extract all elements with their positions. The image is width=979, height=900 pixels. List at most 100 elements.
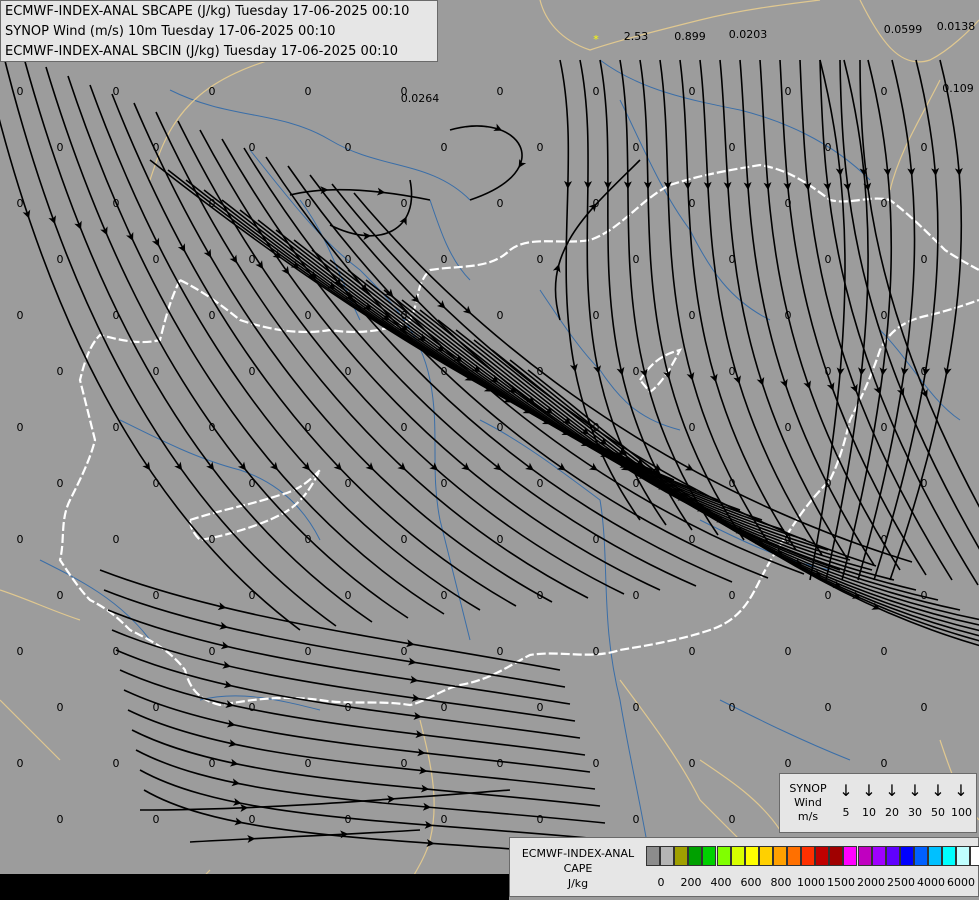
station-value: 0 [593, 421, 600, 434]
station-value: 0 [305, 421, 312, 434]
station-value: 0 [537, 253, 544, 266]
station-value: 0 [593, 197, 600, 210]
station-value: 0 [209, 645, 216, 658]
cape-color-swatch [674, 846, 689, 866]
title-line-cape: ECMWF-INDEX-ANAL SBCAPE (J/kg) Tuesday 1… [5, 4, 410, 19]
station-value: 0 [345, 813, 352, 826]
station-value: 0 [881, 757, 888, 770]
station-value: 0 [305, 757, 312, 770]
cape-color-swatch [942, 846, 957, 866]
station-value: 0 [497, 197, 504, 210]
station-value: 0 [785, 645, 792, 658]
station-value: 0 [881, 533, 888, 546]
wind-legend-item: ↓ 5 [836, 780, 856, 820]
cape-color-swatch [688, 846, 703, 866]
cape-tick-label: 6000 [947, 876, 975, 889]
cape-tick-label: 400 [710, 876, 732, 889]
station-value: 0 [537, 813, 544, 826]
cape-color-swatch [815, 846, 830, 866]
station-value: 0 [785, 533, 792, 546]
station-value: 0 [689, 757, 696, 770]
cape-tick-label: 4000 [917, 876, 945, 889]
wind-arrow-icon: ↓ [908, 781, 922, 800]
station-value: 0.0264 [401, 92, 440, 105]
station-value: 0 [441, 477, 448, 490]
station-value: 0 [113, 421, 120, 434]
station-value: 0 [825, 365, 832, 378]
station-value: 0 [113, 197, 120, 210]
station-value: 0 [497, 85, 504, 98]
station-value: 0 [209, 85, 216, 98]
wind-legend-item: ↓ 20 [882, 780, 902, 820]
wind-arrow-icon: ↓ [862, 781, 876, 800]
cape-legend: ECMWF-INDEX-ANAL CAPE J/kg 0 200 400 600 800… [509, 837, 979, 897]
station-value: 0 [209, 533, 216, 546]
cape-color-swatch [843, 846, 858, 866]
station-value: 0 [633, 365, 640, 378]
station-value: 0 [401, 533, 408, 546]
station-value: 0 [209, 757, 216, 770]
map-view[interactable]: 0 0 0 0 0 0 0 0 0 0 0 0 0 0 0 0 0 0 0 0 0 0 0 0 0 0 0 0 0 0 0 0 0 0 0 0 0 0 0 0… [0, 0, 979, 900]
wind-arrow-icon: ↓ [954, 781, 968, 800]
cape-color-swatch [885, 846, 900, 866]
map-title-box: ECMWF-INDEX-ANAL SBCAPE (J/kg) Tuesday 1… [0, 0, 438, 62]
station-value: 0 [689, 421, 696, 434]
cape-color-swatch [829, 846, 844, 866]
cape-tick-label: 600 [740, 876, 762, 889]
cape-color-swatch [928, 846, 942, 866]
station-value: 0 [825, 141, 832, 154]
station-value: 0 [441, 589, 448, 602]
station-value: 0 [345, 365, 352, 378]
cape-color-swatch [787, 846, 801, 866]
station-value: 0 [825, 701, 832, 714]
station-value: 0 [209, 197, 216, 210]
station-value: 0 [729, 701, 736, 714]
station-value: 0 [689, 645, 696, 658]
weather-map[interactable]: 0 0 0 0 0 0 0 0 0 0 0 0 0 0 0 0 0 0 0 0 0 0 0 0 0 0 0 0 0 0 0 0 0 0 0 0 0 0 0 0… [0, 0, 979, 900]
wind-arrow-icon: ↓ [931, 781, 945, 800]
station-value: 0 [17, 421, 24, 434]
station-value: 0 [153, 813, 160, 826]
bottom-bar [0, 874, 509, 900]
station-value: 0 [17, 533, 24, 546]
station-value: 0 [57, 813, 64, 826]
cape-color-swatch [913, 846, 928, 866]
cape-color-swatch [758, 846, 773, 866]
station-value: 0 [497, 533, 504, 546]
station-value: 0 [729, 589, 736, 602]
station-value: 0 [345, 589, 352, 602]
cape-color-swatch [660, 846, 675, 866]
station-value: 0 [113, 757, 120, 770]
station-value: 0.0203 [729, 28, 768, 41]
wind-legend-item: ↓ 100 [951, 781, 972, 819]
station-value: 0 [497, 421, 504, 434]
station-value: 0 [113, 85, 120, 98]
station-value: 0 [153, 253, 160, 266]
wind-legend-title: SYNOP Wind m/s [789, 782, 827, 823]
station-value: 0 [401, 197, 408, 210]
station-value: 0 [441, 365, 448, 378]
station-value: 0 [537, 141, 544, 154]
station-value: 0 [17, 85, 24, 98]
station-value: 0 [345, 477, 352, 490]
station-value: 0 [249, 477, 256, 490]
station-value: 0 [921, 477, 928, 490]
cape-tick-label: 2500 [887, 876, 915, 889]
cape-tick-label: 200 [680, 876, 702, 889]
station-value: 0 [209, 309, 216, 322]
station-value: 0 [537, 701, 544, 714]
station-value: 0 [921, 253, 928, 266]
station-value: 0 [921, 141, 928, 154]
cape-legend-title: ECMWF-INDEX-ANAL CAPE J/kg [521, 847, 635, 890]
station-value: 0 [249, 813, 256, 826]
station-value: 0 [537, 365, 544, 378]
station-value: 0.899 [674, 30, 706, 43]
station-value: 0.109 [942, 82, 974, 95]
station-value: 0 [113, 533, 120, 546]
title-line-cin: ECMWF-INDEX-ANAL SBCIN (J/kg) Tuesday 17… [5, 44, 399, 59]
station-value: 0 [881, 421, 888, 434]
station-value: 0 [689, 85, 696, 98]
station-value: 0 [305, 645, 312, 658]
wind-arrow-icon: ↓ [839, 781, 853, 800]
station-value: 0 [57, 477, 64, 490]
